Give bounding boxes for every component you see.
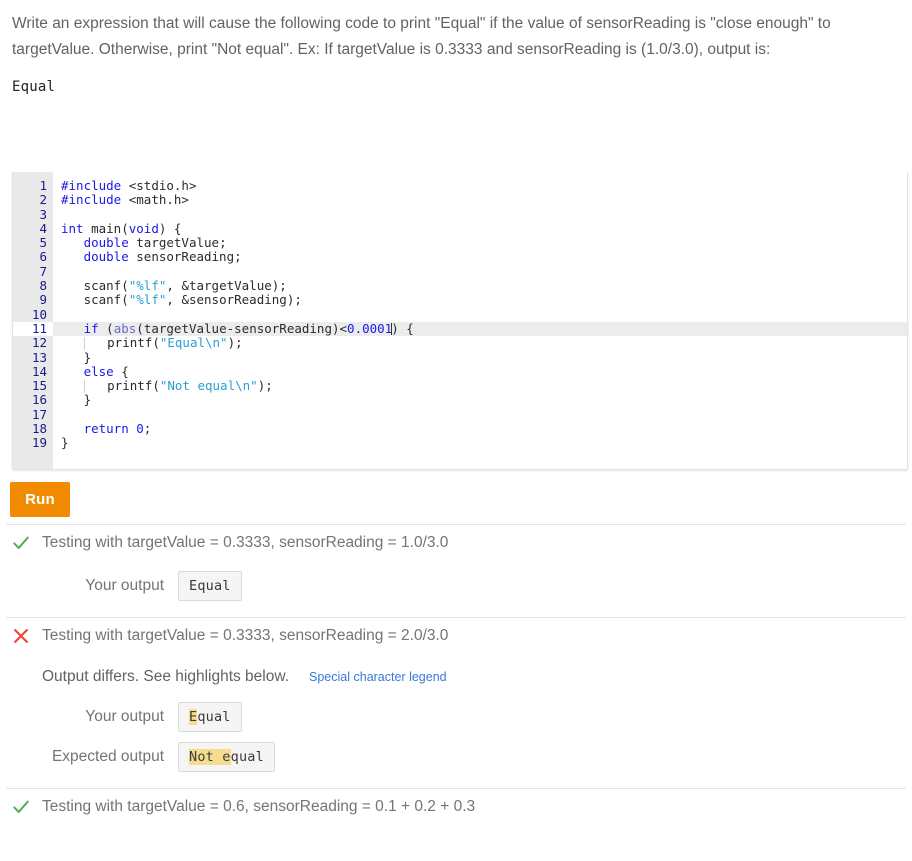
text-caret	[391, 323, 392, 335]
line-number: 14	[13, 365, 53, 379]
line-number: 17	[13, 408, 53, 422]
pass-check-icon	[12, 534, 30, 552]
line-number: 8	[13, 279, 53, 293]
line-number: 4	[13, 222, 53, 236]
line-text[interactable]: scanf("%lf", &targetValue);	[53, 279, 287, 293]
indent-guide	[84, 337, 85, 350]
code-line[interactable]: 7	[13, 265, 907, 279]
fail-cross-icon	[12, 627, 30, 645]
line-number: 19	[13, 436, 53, 450]
line-text[interactable]	[53, 308, 69, 322]
line-text[interactable]: #include <stdio.h>	[53, 179, 196, 193]
line-number: 3	[13, 208, 53, 222]
code-line[interactable]: 3	[13, 208, 907, 222]
code-line[interactable]: 13 }	[13, 351, 907, 365]
test-title: Testing with targetValue = 0.3333, senso…	[42, 627, 448, 645]
problem-prompt: Write an expression that will cause the …	[0, 0, 900, 63]
line-number: 13	[13, 351, 53, 365]
line-number: 9	[13, 293, 53, 307]
line-number: 15	[13, 379, 53, 393]
code-line-active[interactable]: 11 if (abs(targetValue-sensorReading)<0.…	[13, 322, 907, 336]
your-output-label: Your output	[0, 577, 178, 595]
code-line[interactable]: 19 }	[13, 436, 907, 450]
code-line[interactable]: 8 scanf("%lf", &targetValue);	[13, 279, 907, 293]
code-editor[interactable]: 1 #include <stdio.h> 2 #include <math.h>…	[12, 172, 908, 470]
line-text[interactable]: printf("Not equal\n");	[53, 379, 273, 393]
your-output-value: Equal	[178, 702, 242, 732]
code-line[interactable]: 12 printf("Equal\n");	[13, 336, 907, 350]
editor-content[interactable]: 1 #include <stdio.h> 2 #include <math.h>…	[13, 172, 907, 451]
test-header: Testing with targetValue = 0.3333, senso…	[0, 618, 912, 654]
code-line[interactable]: 18 return 0;	[13, 422, 907, 436]
line-text[interactable]	[53, 408, 69, 422]
test-title: Testing with targetValue = 0.3333, senso…	[42, 534, 448, 552]
line-text[interactable]: }	[53, 351, 91, 365]
code-line[interactable]: 17	[13, 408, 907, 422]
line-number: 11	[13, 322, 53, 336]
line-number: 6	[13, 250, 53, 264]
line-number: 18	[13, 422, 53, 436]
line-number: 5	[13, 236, 53, 250]
line-text[interactable]: scanf("%lf", &sensorReading);	[53, 293, 302, 307]
test-header: Testing with targetValue = 0.6, sensorRe…	[0, 789, 912, 825]
line-text[interactable]: double sensorReading;	[53, 250, 242, 264]
line-text[interactable]: #include <math.h>	[53, 193, 189, 207]
line-text[interactable]: return 0;	[53, 422, 151, 436]
your-output-value: Equal	[178, 571, 242, 601]
test-title: Testing with targetValue = 0.6, sensorRe…	[42, 798, 475, 816]
diff-note-row: Output differs. See highlights below. Sp…	[0, 654, 912, 692]
test-body: Output differs. See highlights below. Sp…	[0, 654, 912, 788]
test-header: Testing with targetValue = 0.3333, senso…	[0, 525, 912, 561]
test-body: Your output Equal	[0, 571, 912, 617]
code-line[interactable]: 5 double targetValue;	[13, 236, 907, 250]
your-output-label: Your output	[0, 708, 178, 726]
pass-check-icon	[12, 798, 30, 816]
line-number: 2	[13, 193, 53, 207]
line-text[interactable]: if (abs(targetValue-sensorReading)<0.000…	[53, 322, 414, 336]
test-case-3: Testing with targetValue = 0.6, sensorRe…	[0, 788, 912, 825]
line-text[interactable]: }	[53, 436, 69, 450]
line-number: 1	[13, 179, 53, 193]
line-number: 12	[13, 336, 53, 350]
code-line[interactable]: 15 printf("Not equal\n");	[13, 379, 907, 393]
line-number: 7	[13, 265, 53, 279]
code-line[interactable]: 2 #include <math.h>	[13, 193, 907, 207]
diff-highlight: Not e	[189, 749, 231, 765]
special-character-legend-link[interactable]: Special character legend	[309, 670, 447, 684]
your-output-row: Your output Equal	[0, 702, 912, 732]
code-line[interactable]: 4 int main(void) {	[13, 222, 907, 236]
diff-rest: qual	[197, 709, 230, 725]
line-text[interactable]: }	[53, 393, 91, 407]
line-text[interactable]: printf("Equal\n");	[53, 336, 243, 350]
code-line[interactable]: 6 double sensorReading;	[13, 250, 907, 264]
line-text[interactable]	[53, 208, 69, 222]
code-line[interactable]: 16 }	[13, 393, 907, 407]
code-line[interactable]: 9 scanf("%lf", &sensorReading);	[13, 293, 907, 307]
line-text[interactable]: int main(void) {	[53, 222, 181, 236]
diff-rest: qual	[231, 749, 264, 765]
diff-note-text: Output differs. See highlights below.	[42, 668, 289, 686]
run-button[interactable]: Run	[10, 482, 70, 517]
prompt-sample-output: Equal	[0, 63, 912, 95]
code-line[interactable]: 10	[13, 308, 907, 322]
code-line[interactable]: 1 #include <stdio.h>	[13, 179, 907, 193]
line-number: 10	[13, 308, 53, 322]
expected-output-row: Expected output Not equal	[0, 742, 912, 772]
line-text[interactable]	[53, 265, 69, 279]
test-case-1: Testing with targetValue = 0.3333, senso…	[0, 524, 912, 617]
code-line[interactable]: 14 else {	[13, 365, 907, 379]
line-text[interactable]: double targetValue;	[53, 236, 227, 250]
test-case-2: Testing with targetValue = 0.3333, senso…	[0, 617, 912, 788]
indent-guide	[84, 380, 85, 393]
test-results: Testing with targetValue = 0.3333, senso…	[0, 524, 912, 825]
line-number: 16	[13, 393, 53, 407]
line-text[interactable]: else {	[53, 365, 129, 379]
expected-output-value: Not equal	[178, 742, 275, 772]
expected-output-label: Expected output	[0, 748, 178, 766]
your-output-row: Your output Equal	[0, 571, 912, 601]
